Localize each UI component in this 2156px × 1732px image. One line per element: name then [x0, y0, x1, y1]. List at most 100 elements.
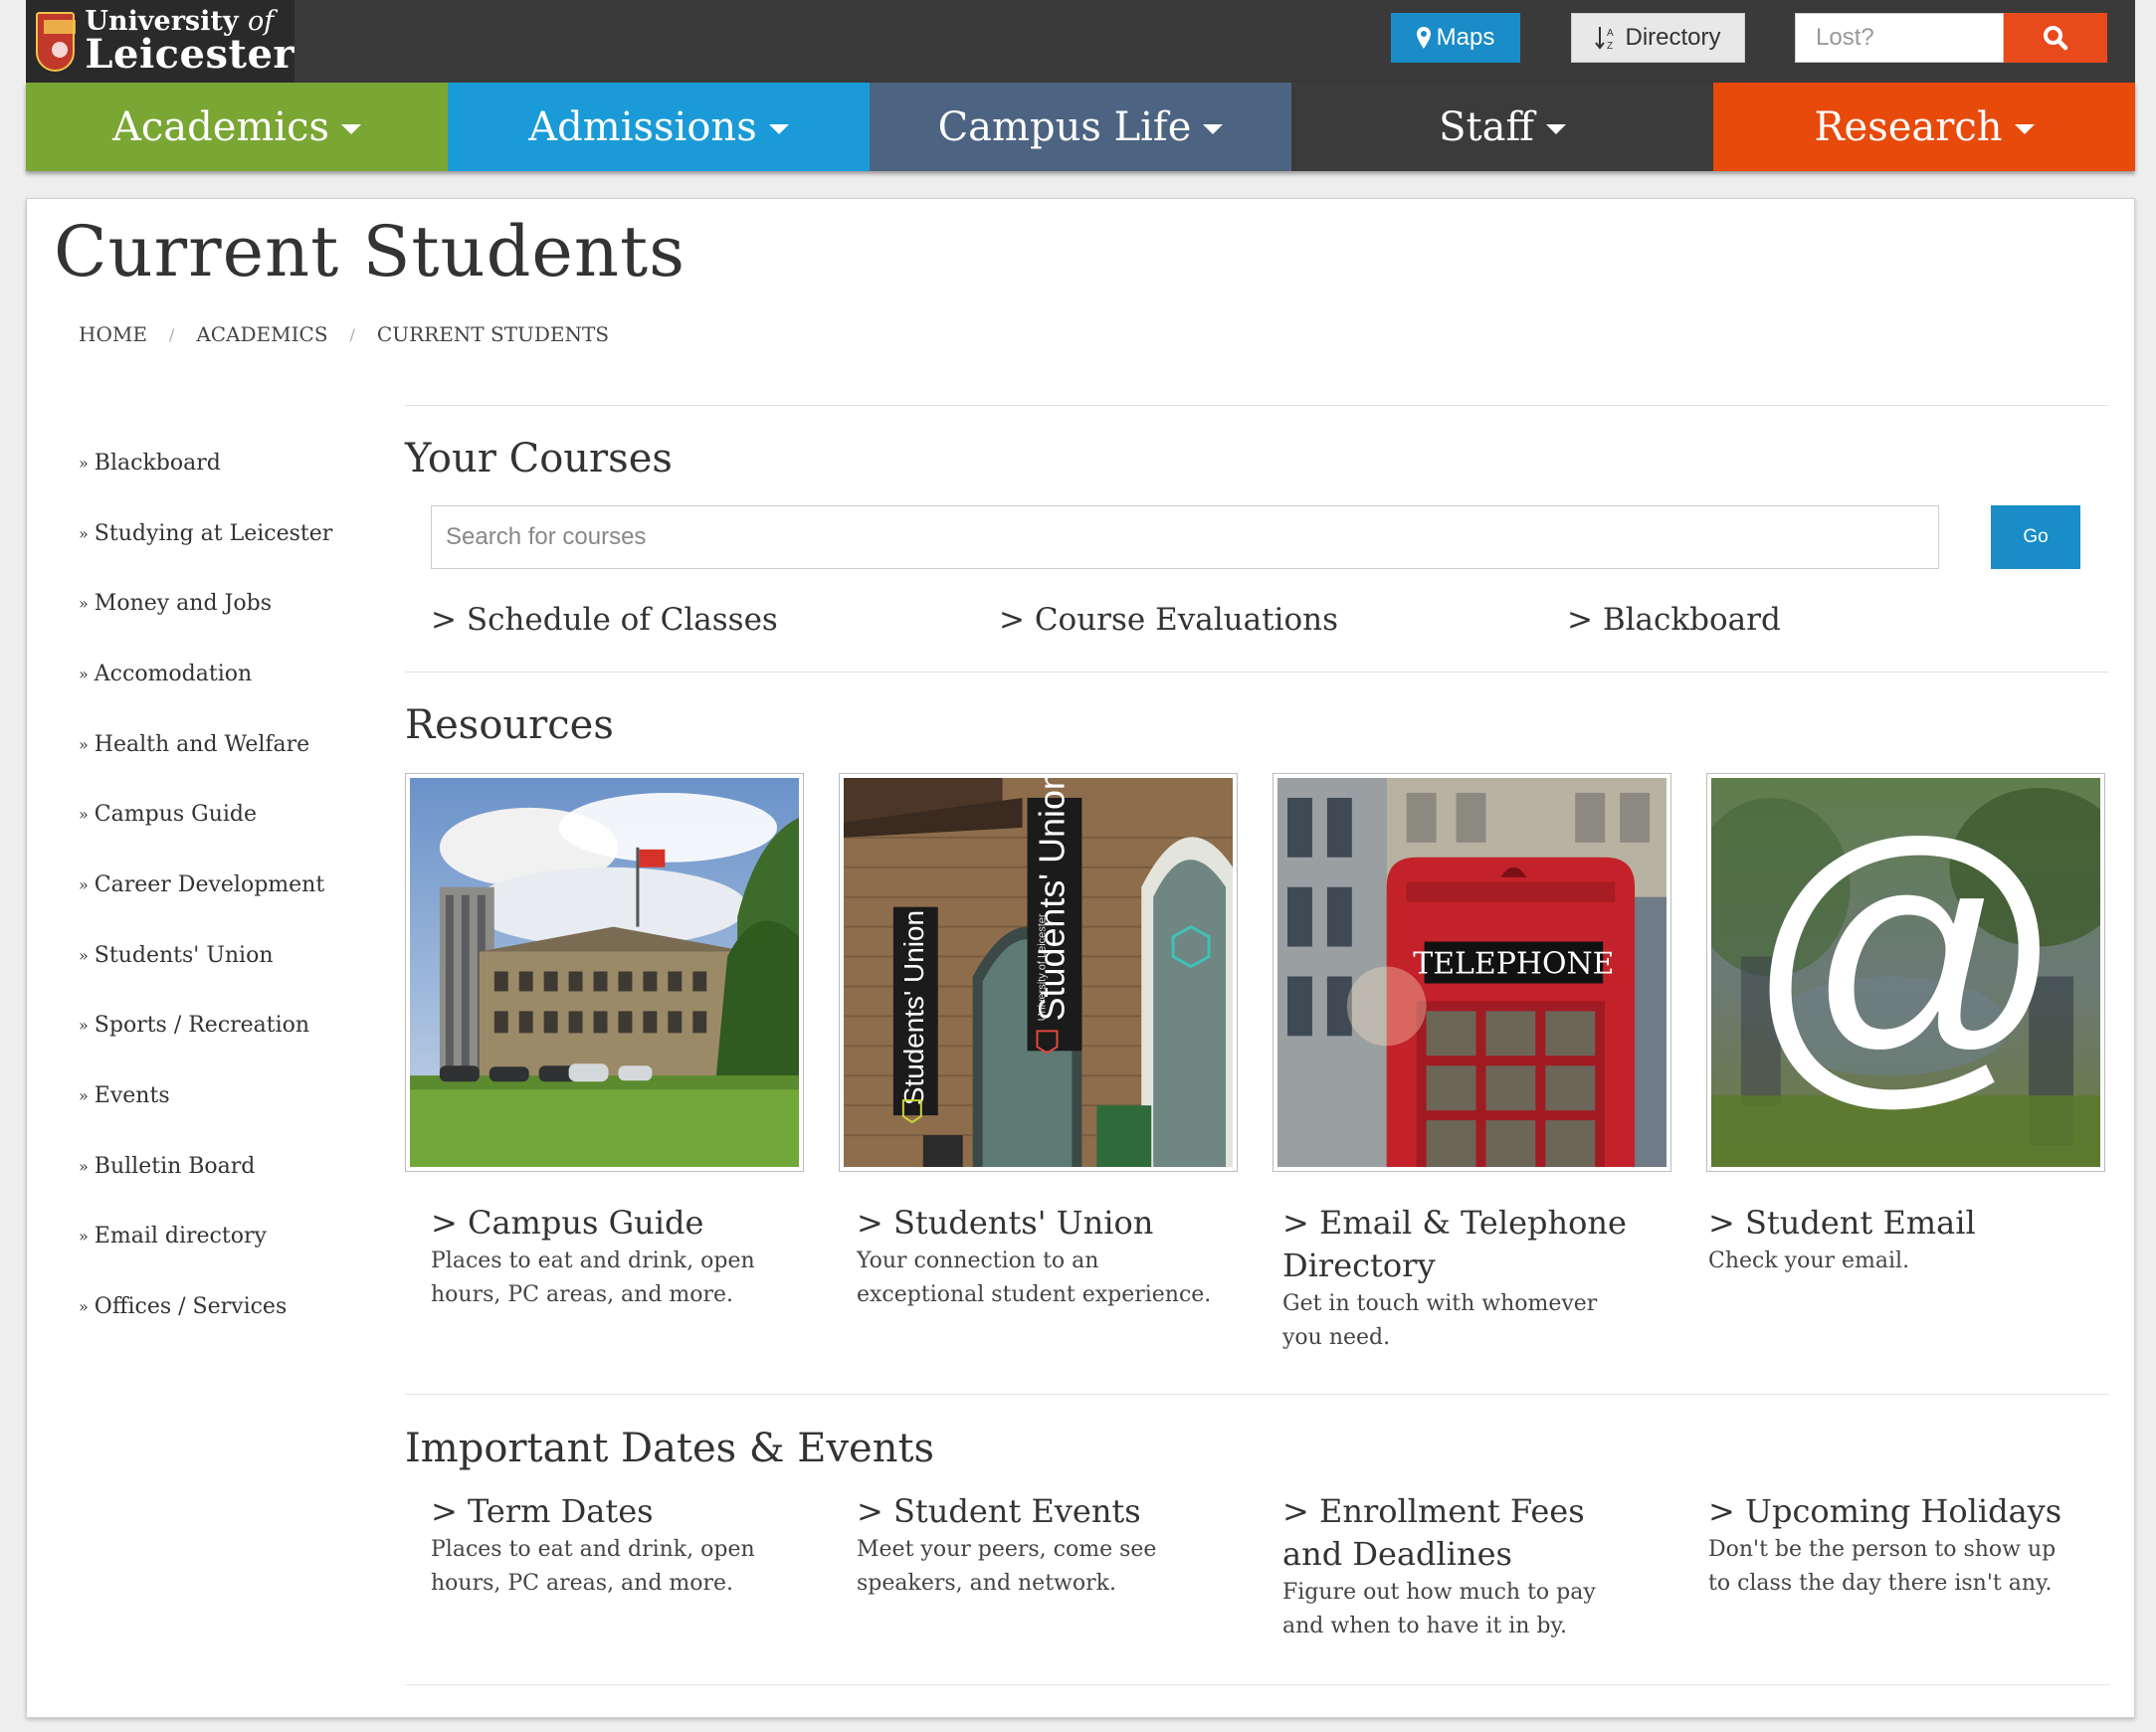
- email-telephone-image[interactable]: TELEPHONE: [1273, 773, 1671, 1172]
- map-marker-icon: [1416, 27, 1431, 49]
- sidebar-item-label: Money and Jobs: [94, 591, 272, 617]
- sidebar-item-studying[interactable]: » Studying at Leicester: [79, 498, 377, 569]
- nav-admissions[interactable]: Admissions: [448, 83, 870, 171]
- card-description: Check your email.: [1708, 1249, 1910, 1273]
- resource-card-student-email: > Student Email Check your email.: [1708, 1202, 2066, 1278]
- caret-down-icon: [2014, 123, 2035, 134]
- svg-text:Z: Z: [1607, 41, 1613, 51]
- event-card-term-dates: > Term Dates Places to eat and drink, op…: [431, 1490, 789, 1601]
- event-card-enrollment-fees: > Enrollment Fees and Deadlines Figure o…: [1282, 1490, 1641, 1643]
- card-description: Meet your peers, come see speakers, and …: [857, 1537, 1157, 1596]
- card-title[interactable]: > Enrollment Fees and Deadlines: [1282, 1490, 1641, 1576]
- double-chevron-icon: »: [79, 1016, 89, 1036]
- sidebar-item-health[interactable]: » Health and Welfare: [79, 709, 377, 780]
- sidebar-item-offices[interactable]: » Offices / Services: [79, 1271, 377, 1342]
- directory-button[interactable]: A Z Directory: [1571, 13, 1745, 63]
- your-courses-heading: Your Courses: [405, 436, 673, 481]
- sidebar-item-blackboard[interactable]: » Blackboard: [79, 428, 377, 498]
- breadcrumb-separator: /: [168, 324, 175, 344]
- sidebar-item-label: Events: [94, 1083, 170, 1109]
- at-sign-photo: @: [1711, 778, 2100, 1167]
- sidebar-item-events[interactable]: » Events: [79, 1060, 377, 1131]
- sidebar-item-label: Students' Union: [94, 942, 274, 968]
- sidebar-item-career[interactable]: » Career Development: [79, 850, 377, 920]
- top-bar: University of Leicester Maps A Z Directo…: [26, 0, 2135, 83]
- breadcrumb-current: CURRENT STUDENTS: [376, 322, 610, 346]
- telephone-sign-text: TELEPHONE: [1413, 946, 1614, 981]
- campus-building-photo: [410, 778, 799, 1167]
- resource-card-directory: > Email & Telephone Directory Get in tou…: [1282, 1202, 1641, 1355]
- nav-label: Academics: [111, 103, 330, 150]
- sidebar-item-campus-guide[interactable]: » Campus Guide: [79, 779, 377, 850]
- card-title[interactable]: > Term Dates: [431, 1490, 789, 1533]
- main-nav: Academics Admissions Campus Life Staff R…: [26, 83, 2135, 171]
- sidebar-item-label: Bulletin Board: [94, 1153, 256, 1179]
- double-chevron-icon: »: [79, 1156, 89, 1176]
- sidebar-item-label: Offices / Services: [94, 1294, 288, 1320]
- resource-card-campus-guide: > Campus Guide Places to eat and drink, …: [431, 1202, 789, 1312]
- card-description: Places to eat and drink, open hours, PC …: [431, 1249, 755, 1307]
- sidebar-item-email-directory[interactable]: » Email directory: [79, 1202, 377, 1272]
- card-title[interactable]: > Upcoming Holidays: [1708, 1490, 2066, 1533]
- sidebar-item-label: Sports / Recreation: [94, 1013, 310, 1039]
- main-content: Current Students HOME / ACADEMICS / CURR…: [26, 198, 2135, 1718]
- event-card-holidays: > Upcoming Holidays Don't be the person …: [1708, 1490, 2066, 1601]
- maps-label: Maps: [1436, 24, 1495, 51]
- sidebar-item-sports[interactable]: » Sports / Recreation: [79, 991, 377, 1061]
- double-chevron-icon: »: [79, 1086, 89, 1106]
- divider: [405, 1394, 2109, 1395]
- sidebar-item-money-jobs[interactable]: » Money and Jobs: [79, 568, 377, 639]
- lost-search-button[interactable]: [2004, 13, 2107, 63]
- breadcrumb-separator: /: [349, 324, 355, 344]
- student-email-image[interactable]: @: [1706, 773, 2105, 1172]
- directory-label: Directory: [1625, 24, 1721, 51]
- sidebar-item-label: Blackboard: [94, 450, 221, 476]
- nav-research[interactable]: Research: [1713, 83, 2135, 171]
- blackboard-link[interactable]: > Blackboard: [1567, 602, 1781, 638]
- double-chevron-icon: »: [79, 1227, 89, 1247]
- card-title[interactable]: > Student Email: [1708, 1202, 2066, 1245]
- nav-label: Admissions: [528, 103, 757, 150]
- university-logo[interactable]: University of Leicester: [26, 0, 294, 83]
- page-title: Current Students: [54, 211, 686, 292]
- nav-staff[interactable]: Staff: [1291, 83, 1713, 171]
- lost-search-input[interactable]: [1795, 13, 2004, 63]
- card-title[interactable]: > Email & Telephone Directory: [1282, 1202, 1641, 1287]
- double-chevron-icon: »: [79, 805, 89, 825]
- sidebar-item-accomodation[interactable]: » Accomodation: [79, 639, 377, 709]
- card-title[interactable]: > Student Events: [857, 1490, 1215, 1533]
- double-chevron-icon: »: [79, 453, 89, 473]
- students-union-image[interactable]: Students' Union Students' Union Universi…: [839, 773, 1238, 1172]
- schedule-of-classes-link[interactable]: > Schedule of Classes: [431, 602, 778, 638]
- double-chevron-icon: »: [79, 1297, 89, 1317]
- sidebar-item-label: Accomodation: [94, 661, 253, 686]
- telephone-box-photo: TELEPHONE: [1277, 778, 1666, 1167]
- card-description: Places to eat and drink, open hours, PC …: [431, 1537, 755, 1596]
- card-title[interactable]: > Students' Union: [857, 1202, 1215, 1245]
- course-search-input[interactable]: [431, 505, 1939, 569]
- sidebar-item-label: Health and Welfare: [94, 731, 310, 757]
- divider: [405, 672, 2109, 673]
- crest-icon: [36, 11, 77, 72]
- double-chevron-icon: »: [79, 523, 89, 543]
- course-evaluations-link[interactable]: > Course Evaluations: [999, 602, 1338, 638]
- event-card-student-events: > Student Events Meet your peers, come s…: [857, 1490, 1215, 1601]
- card-description: Figure out how much to pay and when to h…: [1282, 1580, 1596, 1638]
- sidebar-item-label: Studying at Leicester: [94, 520, 333, 546]
- go-button[interactable]: Go: [1991, 505, 2080, 569]
- card-title[interactable]: > Campus Guide: [431, 1202, 789, 1245]
- nav-campus-life[interactable]: Campus Life: [870, 83, 1291, 171]
- breadcrumb-home[interactable]: HOME: [79, 322, 147, 346]
- maps-button[interactable]: Maps: [1391, 13, 1520, 63]
- important-dates-heading: Important Dates & Events: [405, 1426, 935, 1471]
- sidebar-item-students-union[interactable]: » Students' Union: [79, 920, 377, 991]
- nav-label: Campus Life: [937, 103, 1192, 150]
- breadcrumb-academics[interactable]: ACADEMICS: [196, 322, 327, 346]
- campus-guide-image[interactable]: [405, 773, 804, 1172]
- sidebar-item-label: Email directory: [94, 1224, 267, 1250]
- resources-heading: Resources: [405, 702, 614, 748]
- caret-down-icon: [341, 123, 362, 134]
- sidebar-item-bulletin[interactable]: » Bulletin Board: [79, 1131, 377, 1202]
- nav-academics[interactable]: Academics: [26, 83, 448, 171]
- nav-label: Research: [1814, 103, 2003, 150]
